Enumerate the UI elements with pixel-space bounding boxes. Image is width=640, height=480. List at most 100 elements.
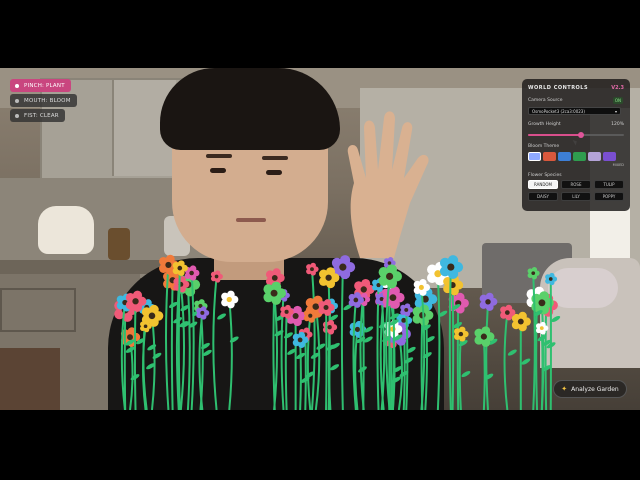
flower-species-label: Flower Species — [528, 173, 562, 178]
flower-center — [327, 325, 332, 330]
theme-swatch[interactable] — [573, 152, 586, 161]
letterbox-top — [0, 0, 640, 68]
flower-center — [548, 277, 553, 281]
theme-swatch[interactable] — [543, 152, 556, 161]
flower-leaf — [461, 371, 471, 378]
flower-stem — [299, 339, 302, 410]
flower-center — [485, 299, 491, 305]
flower-stem — [503, 312, 509, 410]
growth-height-slider[interactable] — [528, 132, 624, 138]
flower-leaf — [521, 358, 531, 365]
flower-stem — [133, 301, 137, 410]
flower-center — [292, 312, 299, 319]
slider-thumb[interactable] — [577, 132, 584, 138]
flower-stem — [544, 305, 548, 410]
theme-swatch[interactable] — [558, 152, 571, 161]
growth-height-label: Growth Height — [528, 122, 561, 127]
camera-source-label: Camera Source — [528, 98, 563, 103]
flower-center — [531, 271, 536, 276]
gesture-fist-clear-badge: FIST: CLEAR — [10, 109, 65, 122]
letterbox-bottom — [0, 410, 640, 480]
species-option-lily[interactable]: LILY — [561, 192, 591, 201]
flower-center — [325, 274, 332, 281]
flower-center — [360, 286, 367, 293]
flower-center — [517, 318, 524, 325]
slider-fill — [528, 134, 581, 136]
flower-center — [480, 333, 487, 340]
gesture-label: MOUTH: BLOOM — [24, 97, 71, 104]
flower-center — [177, 265, 183, 271]
flower-center — [189, 270, 194, 276]
growth-height-value: 120% — [611, 122, 624, 127]
flower-species-options: RANDOM ROSE TULIP DAISY LILY POPPY — [528, 180, 624, 201]
flower-center — [271, 275, 278, 281]
species-option-tulip[interactable]: TULIP — [594, 180, 624, 189]
flower-leaf — [507, 349, 517, 356]
flower-center — [353, 297, 359, 303]
species-option-poppy[interactable]: POPPY — [594, 192, 624, 201]
flower-center — [297, 337, 303, 343]
flower-center — [214, 274, 219, 279]
flower-center — [270, 289, 278, 297]
flower-center — [148, 312, 156, 320]
species-option-rose[interactable]: ROSE — [561, 180, 591, 189]
flower-center — [339, 263, 347, 271]
flower-stem — [532, 273, 536, 410]
flower-stem — [310, 269, 316, 410]
camera-source-select[interactable]: OsmoPocket3 (2ca3:0023) ▾ — [528, 107, 621, 115]
gesture-pinch-plant-badge: PINCH: PLANT — [10, 79, 71, 92]
flower-center — [387, 261, 392, 265]
flower-center — [143, 324, 148, 329]
panel-title: WORLD CONTROLS — [528, 85, 589, 91]
flower-stem — [405, 309, 409, 410]
gesture-mouth-bloom-badge: MOUTH: BLOOM — [10, 94, 77, 107]
flower-stem — [150, 315, 156, 410]
flower-leaf — [316, 343, 326, 350]
flower-leaf — [284, 332, 293, 339]
flower-center — [284, 309, 289, 314]
theme-swatch[interactable] — [528, 152, 541, 161]
flower-center — [418, 284, 424, 290]
chevron-down-icon: ▾ — [614, 109, 617, 114]
flower-leaf — [147, 344, 157, 351]
flower-leaf — [330, 364, 340, 371]
bloom-theme-swatches — [528, 152, 624, 161]
flower-center — [401, 317, 407, 323]
camera-status-badge[interactable]: ON — [612, 97, 623, 104]
species-option-daisy[interactable]: DAISY — [528, 192, 558, 201]
flower-center — [308, 313, 313, 318]
flower-center — [504, 310, 510, 315]
bloom-theme-label: Bloom Theme — [528, 144, 560, 149]
flower-center — [132, 298, 139, 305]
flower-leaf — [358, 366, 367, 373]
camera-source-value: OsmoPocket3 (2ca3:0023) — [532, 109, 585, 114]
flower-leaf — [152, 352, 162, 359]
flower-stem — [328, 327, 331, 410]
flower-center — [310, 267, 314, 272]
flower-center — [165, 261, 172, 269]
gesture-label: PINCH: PLANT — [24, 82, 65, 89]
flower-center — [312, 303, 320, 310]
flower-stem — [436, 273, 441, 410]
theme-swatch[interactable] — [588, 152, 601, 161]
analyze-garden-label: Analyze Garden — [571, 385, 619, 393]
flower-center — [539, 326, 544, 331]
flower-stem — [179, 284, 186, 410]
flower-stem — [458, 334, 462, 410]
flower-stem — [485, 301, 489, 410]
flower-stem — [165, 264, 170, 410]
flower-center — [226, 296, 232, 303]
gesture-label: FIST: CLEAR — [24, 112, 59, 119]
flower-leaf — [217, 313, 227, 320]
theme-swatch[interactable] — [603, 152, 616, 161]
flower-center — [354, 326, 361, 332]
flower-stem — [314, 306, 321, 410]
analyze-garden-button[interactable]: ✦ Analyze Garden — [553, 380, 627, 398]
flower-center — [538, 299, 546, 307]
flower-stem — [284, 311, 288, 410]
status-dot — [15, 98, 19, 103]
flower-center — [458, 331, 464, 337]
status-dot — [15, 113, 19, 118]
species-option-random[interactable]: RANDOM — [528, 180, 558, 189]
flower-stem — [448, 267, 452, 410]
